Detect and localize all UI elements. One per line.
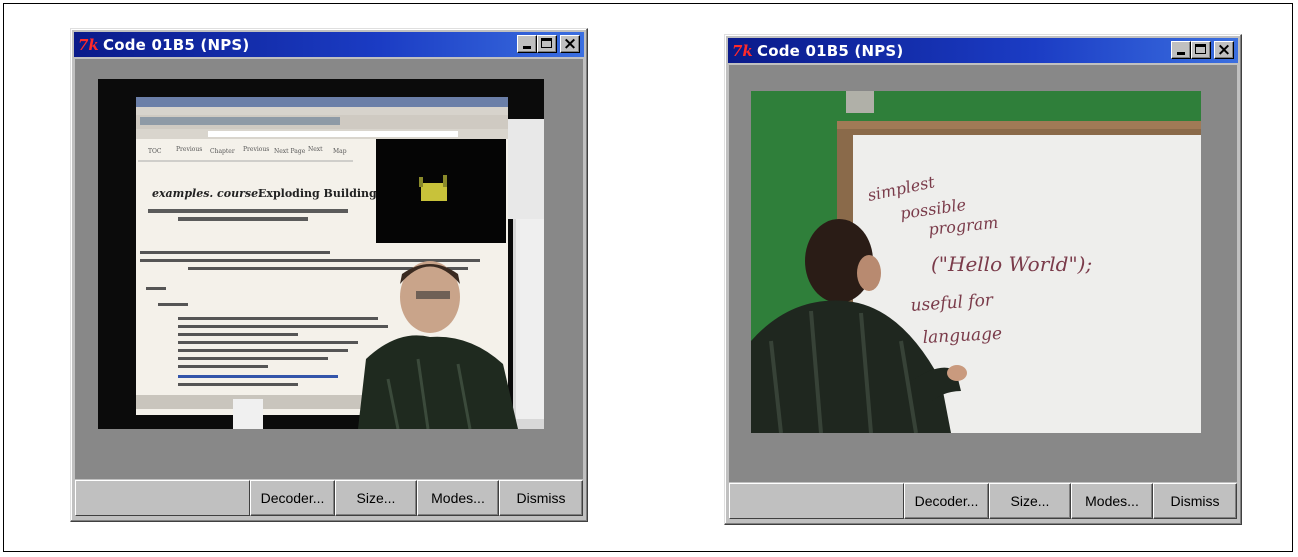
video-window-right: 7k Code 01B5 (NPS) × simplest possible p… — [724, 34, 1242, 525]
close-icon: × — [1216, 40, 1232, 60]
svg-text:Previous: Previous — [176, 146, 202, 153]
tk-feather-icon: 7k — [78, 35, 99, 54]
dismiss-button[interactable]: Dismiss — [1153, 483, 1237, 519]
titlebar[interactable]: 7k Code 01B5 (NPS) × — [728, 38, 1238, 63]
titlebar[interactable]: 7k Code 01B5 (NPS) × — [74, 32, 584, 57]
size-button[interactable]: Size... — [989, 483, 1071, 519]
svg-text:Next Page: Next Page — [274, 148, 306, 155]
browser-heading-italic: examples. course: — [152, 187, 262, 200]
whiteboard-line-6: language — [922, 324, 1002, 348]
svg-text:Chapter: Chapter — [210, 148, 235, 155]
video-window-left: 7k Code 01B5 (NPS) × TOC Previous Chapte… — [70, 28, 588, 522]
video-frame-whiteboard: simplest possible program ("Hello World"… — [751, 91, 1201, 433]
status-area — [729, 483, 904, 519]
minimize-button[interactable] — [517, 35, 537, 53]
video-frame: simplest possible program ("Hello World"… — [751, 91, 1201, 433]
svg-text:TOC: TOC — [148, 148, 162, 155]
size-button[interactable]: Size... — [335, 480, 417, 516]
browser-heading-bold: Exploding Building — [258, 187, 377, 200]
decoder-button[interactable]: Decoder... — [904, 483, 989, 519]
svg-text:Previous: Previous — [243, 146, 269, 153]
maximize-icon — [1195, 44, 1206, 54]
minimize-icon — [1177, 52, 1185, 55]
dismiss-button[interactable]: Dismiss — [499, 480, 583, 516]
minimize-button[interactable] — [1171, 41, 1191, 59]
window-title: Code 01B5 (NPS) — [757, 41, 904, 60]
button-bar: Decoder... Size... Modes... Dismiss — [729, 483, 1237, 519]
maximize-icon — [541, 38, 552, 48]
tk-feather-icon: 7k — [732, 41, 753, 60]
svg-text:Next: Next — [308, 146, 323, 153]
window-title: Code 01B5 (NPS) — [103, 35, 250, 54]
maximize-button[interactable] — [537, 35, 557, 53]
status-area — [75, 480, 250, 516]
minimize-icon — [523, 46, 531, 49]
video-area: TOC Previous Chapter Previous Next Page Next… — [75, 59, 583, 479]
maximize-button[interactable] — [1191, 41, 1211, 59]
video-frame-classroom-browser: TOC Previous Chapter Previous Next Page Next… — [98, 79, 544, 429]
modes-button[interactable]: Modes... — [417, 480, 499, 516]
decoder-button[interactable]: Decoder... — [250, 480, 335, 516]
video-area: simplest possible program ("Hello World"… — [729, 65, 1237, 482]
close-icon: × — [562, 34, 578, 54]
video-frame: TOC Previous Chapter Previous Next Page Next… — [98, 79, 544, 429]
button-bar: Decoder... Size... Modes... Dismiss — [75, 480, 583, 516]
close-button[interactable]: × — [560, 34, 580, 54]
modes-button[interactable]: Modes... — [1071, 483, 1153, 519]
whiteboard-line-4: ("Hello World"); — [931, 252, 1092, 276]
close-button[interactable]: × — [1214, 40, 1234, 60]
svg-text:Map: Map — [333, 148, 347, 155]
